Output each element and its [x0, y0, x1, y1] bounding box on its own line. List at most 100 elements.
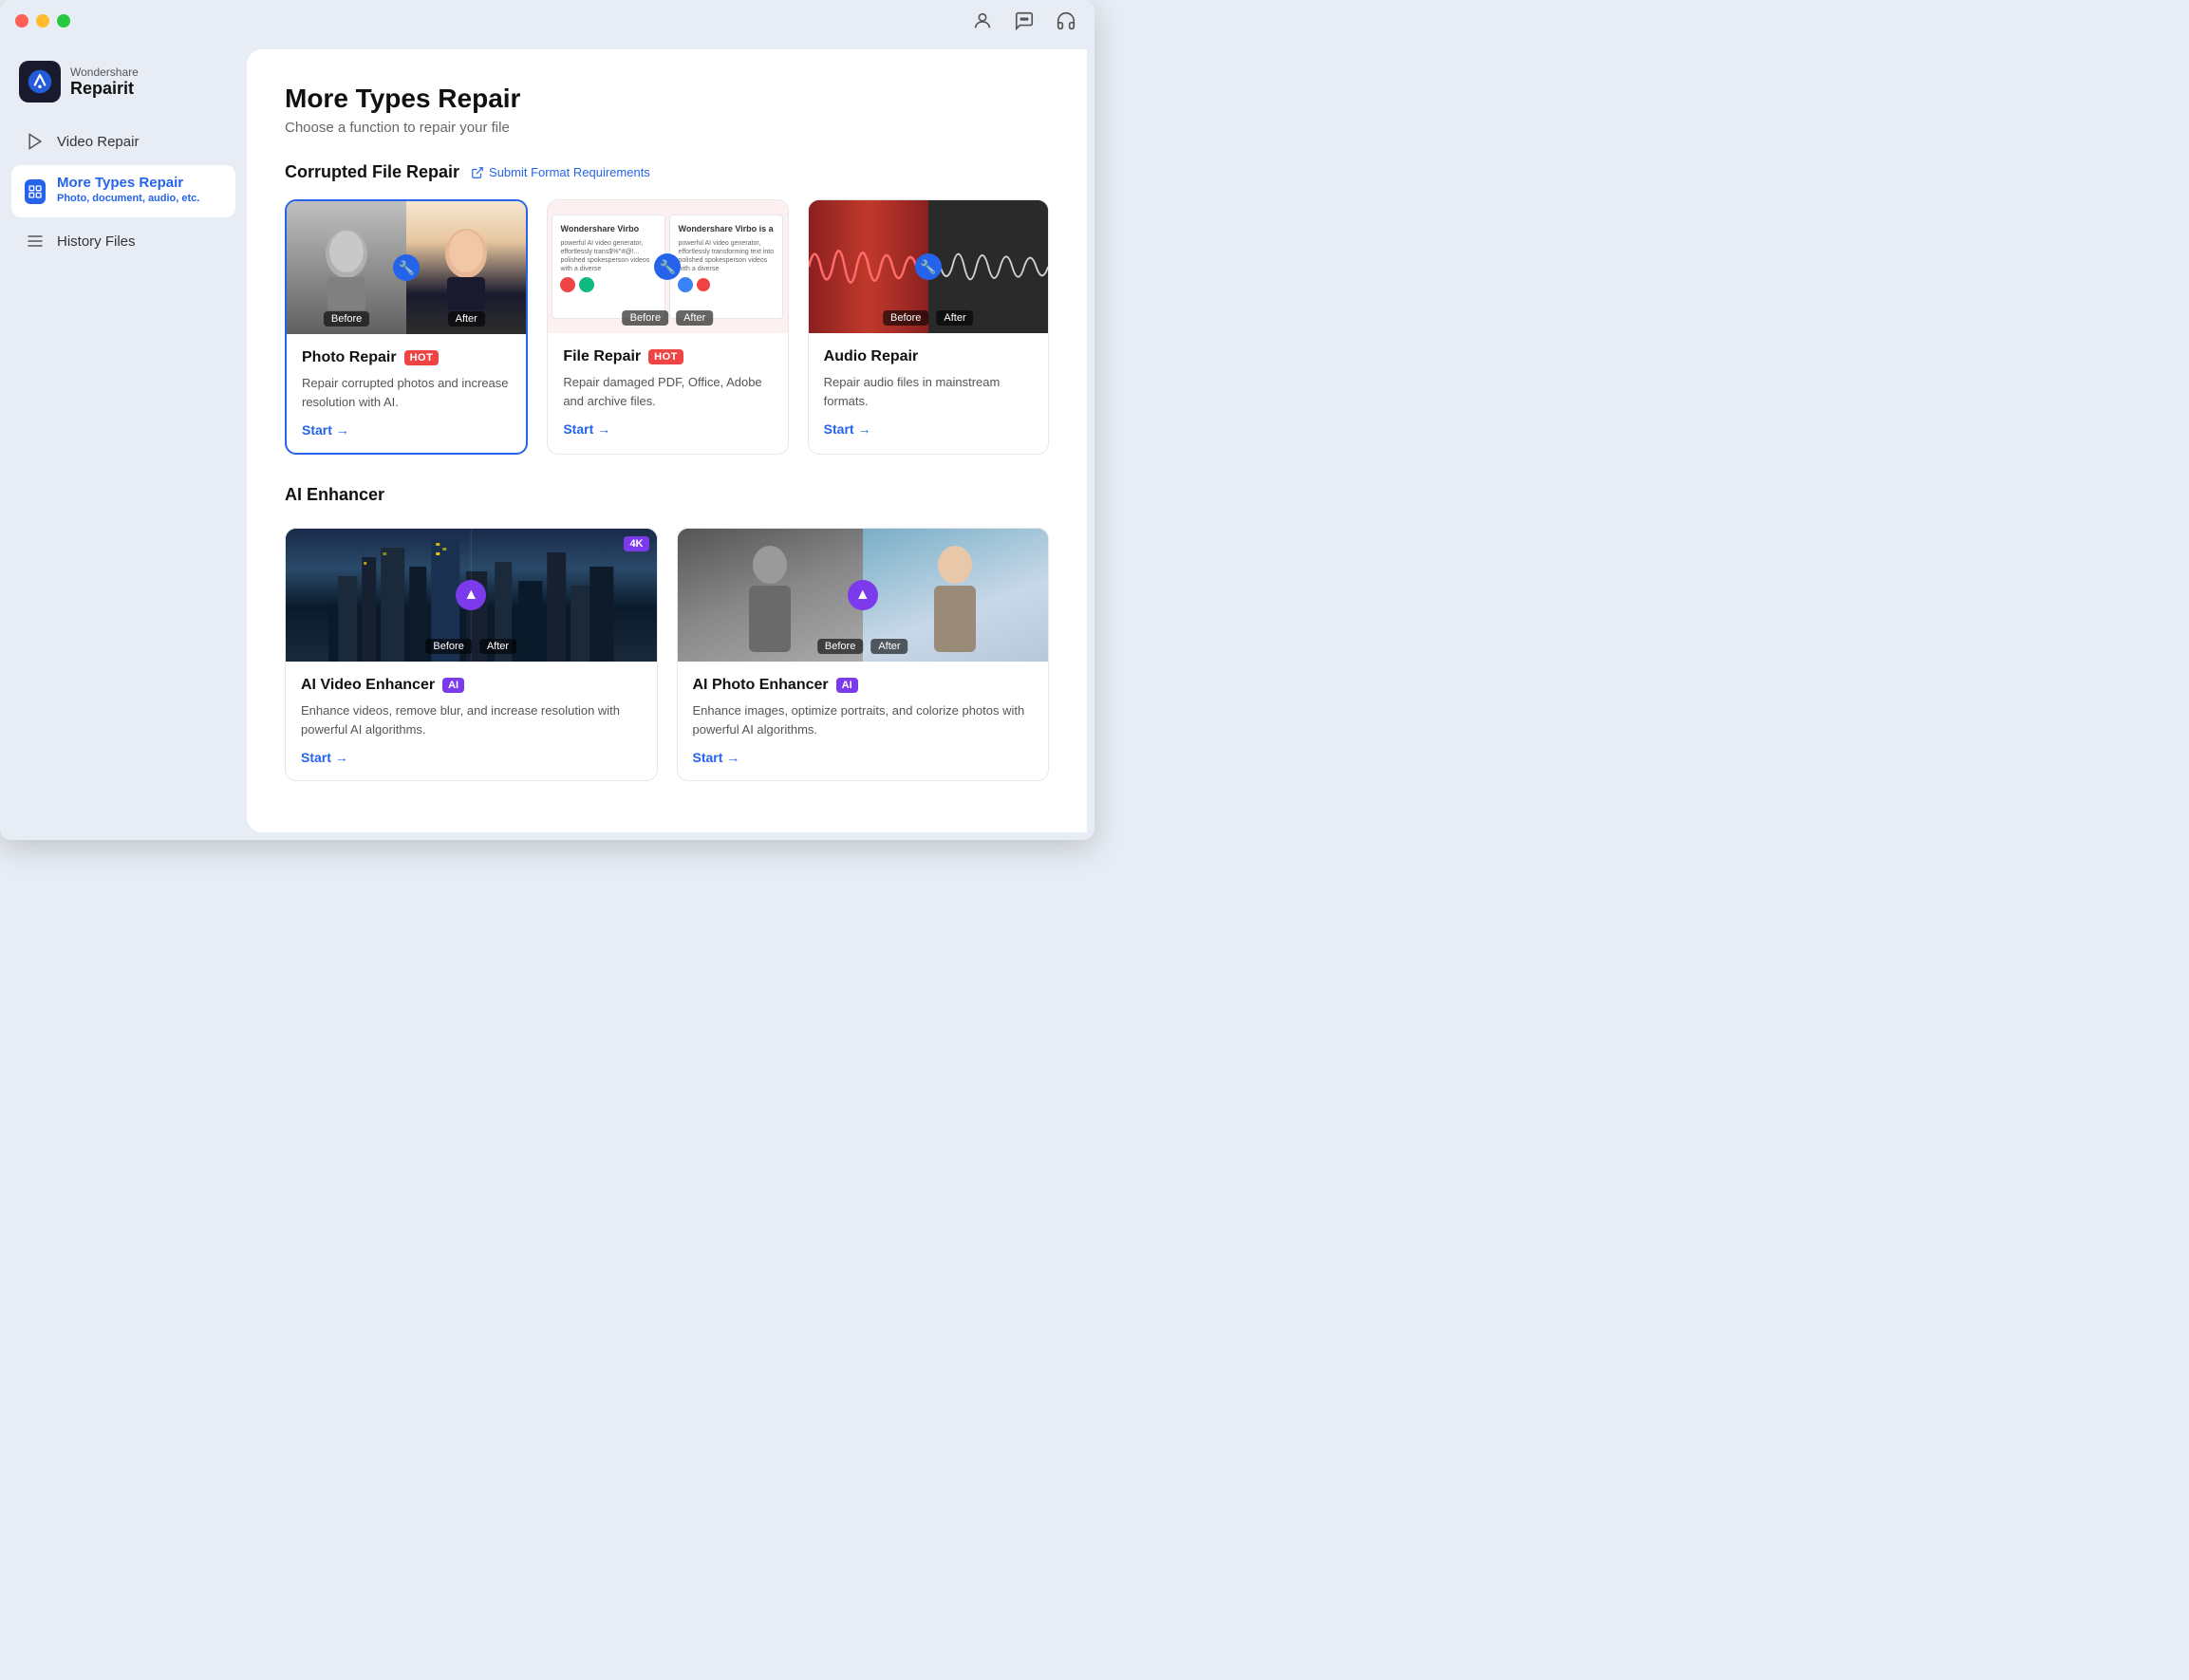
audio-repair-body: Audio Repair Repair audio files in mains…	[809, 333, 1048, 452]
sidebar-item-more-types[interactable]: More Types Repair Photo, document, audio…	[11, 165, 235, 217]
photo-repair-image: Before After	[287, 201, 526, 334]
file-after-label: After	[676, 310, 713, 326]
before-face-svg	[318, 225, 375, 310]
audio-repair-card[interactable]: Before After 🔧 Audio Repair Repair audio…	[808, 199, 1049, 455]
titlebar	[0, 0, 1094, 42]
ai-video-title-row: AI Video Enhancer AI	[301, 677, 642, 694]
badge-4k: 4K	[624, 536, 648, 551]
doc-block-before: Wondershare Virbo powerful AI video gene…	[552, 215, 665, 319]
ai-photo-title: AI Photo Enhancer	[693, 677, 829, 694]
ai-photo-before: Before	[817, 639, 863, 654]
maximize-button[interactable]	[57, 14, 70, 28]
before-text: Before	[324, 311, 369, 327]
ai-photo-card[interactable]: Before After ▲ AI Photo Enhancer AI Enha…	[677, 528, 1050, 781]
ai-section-header: AI Enhancer	[285, 485, 1049, 505]
audio-after-label: After	[936, 310, 973, 326]
ai-photo-labels: Before After	[817, 639, 908, 654]
headset-icon[interactable]	[1053, 8, 1079, 34]
sidebar: Wondershare Repairit Video Repair	[0, 42, 247, 840]
photo-repair-badge: HOT	[404, 350, 440, 365]
main-content: More Types Repair Choose a function to r…	[247, 49, 1087, 832]
ai-cards-row: 4K Before After ▲ AI Video Enhancer AI	[285, 528, 1049, 781]
audio-repair-desc: Repair audio files in mainstream formats…	[824, 373, 1033, 410]
after-text: After	[448, 311, 485, 327]
ai-video-image: 4K Before After ▲	[286, 529, 657, 662]
external-link-icon	[471, 166, 484, 179]
traffic-lights	[15, 14, 70, 28]
ai-video-title: AI Video Enhancer	[301, 677, 435, 694]
minimize-button[interactable]	[36, 14, 49, 28]
ai-photo-badge: AI	[836, 678, 858, 693]
corrupted-section-title: Corrupted File Repair	[285, 162, 459, 182]
repair-icon-file: 🔧	[654, 253, 681, 280]
after-label-photo: After	[448, 311, 485, 327]
ai-photo-start[interactable]: Start →	[693, 750, 1034, 765]
ai-photo-icon: ▲	[848, 580, 878, 610]
repair-icon-audio: 🔧	[915, 253, 942, 280]
ai-video-after: After	[479, 639, 516, 654]
sidebar-item-history-files[interactable]: History Files	[11, 221, 235, 261]
ai-photo-desc: Enhance images, optimize portraits, and …	[693, 701, 1034, 738]
after-face-svg	[438, 225, 495, 310]
page-subtitle: Choose a function to repair your file	[285, 120, 1049, 136]
file-repair-card[interactable]: Wondershare Virbo powerful AI video gene…	[547, 199, 788, 455]
file-before-label: Before	[623, 310, 668, 326]
city-skyline: 4K Before After ▲	[286, 529, 657, 662]
ai-video-icon: ▲	[456, 580, 486, 610]
ai-video-body: AI Video Enhancer AI Enhance videos, rem…	[286, 662, 657, 780]
brand-name-top: Wondershare	[70, 65, 139, 79]
header-icons	[969, 8, 1079, 34]
sidebar-item-sub-more-types: Photo, document, audio, etc.	[57, 193, 199, 204]
ai-photo-after: After	[870, 639, 907, 654]
audio-repair-start[interactable]: Start →	[824, 421, 1033, 437]
audio-repair-image: Before After 🔧	[809, 200, 1048, 333]
file-repair-start[interactable]: Start →	[563, 421, 772, 437]
photo-repair-title-row: Photo Repair HOT	[302, 349, 511, 366]
corrupted-section-header: Corrupted File Repair Submit Format Requ…	[285, 162, 1049, 182]
close-button[interactable]	[15, 14, 28, 28]
brand-text: Wondershare Repairit	[70, 65, 139, 99]
doc-block-after: Wondershare Virbo is a powerful AI video…	[669, 215, 783, 319]
chat-icon[interactable]	[1011, 8, 1038, 34]
ai-video-labels: Before After	[425, 639, 516, 654]
submit-format-link[interactable]: Submit Format Requirements	[471, 165, 650, 179]
page-title: More Types Repair	[285, 84, 1049, 114]
brand-logo	[19, 61, 61, 103]
photo-repair-body: Photo Repair HOT Repair corrupted photos…	[287, 334, 526, 453]
ai-video-card[interactable]: 4K Before After ▲ AI Video Enhancer AI	[285, 528, 658, 781]
ai-video-desc: Enhance videos, remove blur, and increas…	[301, 701, 642, 738]
audio-before-label: Before	[883, 310, 928, 326]
corrupted-cards-row: Before After	[285, 199, 1049, 455]
submit-format-label: Submit Format Requirements	[489, 165, 650, 179]
photo-repair-title: Photo Repair	[302, 349, 397, 366]
ai-photo-body: AI Photo Enhancer AI Enhance images, opt…	[678, 662, 1049, 780]
video-repair-icon	[25, 131, 46, 152]
sidebar-item-label-video-repair: Video Repair	[57, 134, 139, 150]
photo-repair-start[interactable]: Start →	[302, 422, 511, 438]
file-repair-desc: Repair damaged PDF, Office, Adobe and ar…	[563, 373, 772, 410]
ai-photo-title-row: AI Photo Enhancer AI	[693, 677, 1034, 694]
ai-section-title: AI Enhancer	[285, 485, 384, 505]
file-repair-body: File Repair HOT Repair damaged PDF, Offi…	[548, 333, 787, 452]
file-repair-badge: HOT	[648, 349, 683, 364]
user-icon[interactable]	[969, 8, 996, 34]
photo-repair-desc: Repair corrupted photos and increase res…	[302, 374, 511, 411]
ai-photo-image: Before After ▲	[678, 529, 1049, 662]
audio-repair-title: Audio Repair	[824, 348, 919, 365]
repair-icon-photo: 🔧	[393, 254, 420, 281]
brand-name-bottom: Repairit	[70, 79, 139, 99]
more-types-icon	[25, 181, 46, 202]
audio-repair-title-row: Audio Repair	[824, 348, 1033, 365]
app-window: Wondershare Repairit Video Repair	[0, 0, 1094, 840]
ai-video-start[interactable]: Start →	[301, 750, 642, 765]
photo-repair-card[interactable]: Before After	[285, 199, 528, 455]
brand: Wondershare Repairit	[11, 53, 235, 118]
sidebar-item-label-more-types: More Types Repair	[57, 175, 199, 191]
file-repair-title-row: File Repair HOT	[563, 348, 772, 365]
file-repair-image: Wondershare Virbo powerful AI video gene…	[548, 200, 787, 333]
history-files-icon	[25, 231, 46, 252]
sidebar-item-label-history: History Files	[57, 233, 136, 250]
file-repair-title: File Repair	[563, 348, 641, 365]
sidebar-item-video-repair[interactable]: Video Repair	[11, 121, 235, 161]
ai-video-badge: AI	[442, 678, 464, 693]
